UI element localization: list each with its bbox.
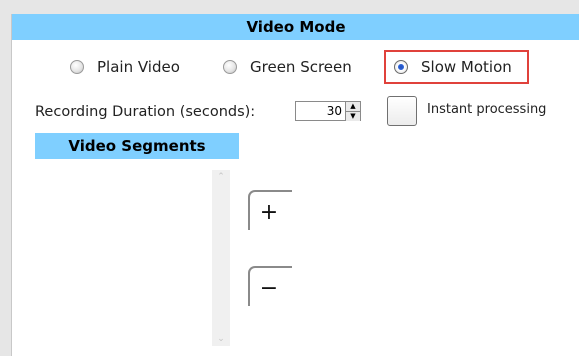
radio-plain-video[interactable]: Plain Video bbox=[70, 58, 180, 76]
radio-indicator-icon bbox=[223, 60, 237, 74]
remove-segment-button[interactable]: − bbox=[248, 266, 292, 306]
radio-green-screen[interactable]: Green Screen bbox=[223, 58, 352, 76]
spin-up-icon[interactable]: ▲ bbox=[346, 102, 360, 111]
scroll-down-icon[interactable]: ⌄ bbox=[212, 334, 230, 344]
video-mode-panel: Video Mode Plain Video Green Screen Slow… bbox=[11, 14, 579, 356]
duration-value[interactable]: 30 bbox=[296, 102, 345, 120]
instant-processing-label: Instant processing bbox=[427, 102, 547, 117]
segments-scrollbar[interactable]: ⌃ ⌄ bbox=[212, 170, 230, 346]
radio-label: Plain Video bbox=[97, 58, 180, 76]
duration-label: Recording Duration (seconds): bbox=[35, 104, 256, 120]
video-mode-header: Video Mode bbox=[12, 14, 579, 40]
video-segments-header: Video Segments bbox=[35, 133, 239, 159]
minus-icon: − bbox=[259, 275, 279, 301]
add-segment-button[interactable]: + bbox=[248, 190, 292, 230]
radio-label: Green Screen bbox=[250, 58, 352, 76]
scroll-up-icon[interactable]: ⌃ bbox=[212, 172, 230, 182]
duration-spinner[interactable]: 30 ▲ ▼ bbox=[295, 101, 361, 121]
plus-icon: + bbox=[259, 199, 279, 225]
radio-indicator-icon bbox=[70, 60, 84, 74]
instant-processing-checkbox[interactable] bbox=[387, 96, 417, 126]
spin-down-icon[interactable]: ▼ bbox=[346, 111, 360, 121]
highlight-box bbox=[384, 50, 529, 84]
